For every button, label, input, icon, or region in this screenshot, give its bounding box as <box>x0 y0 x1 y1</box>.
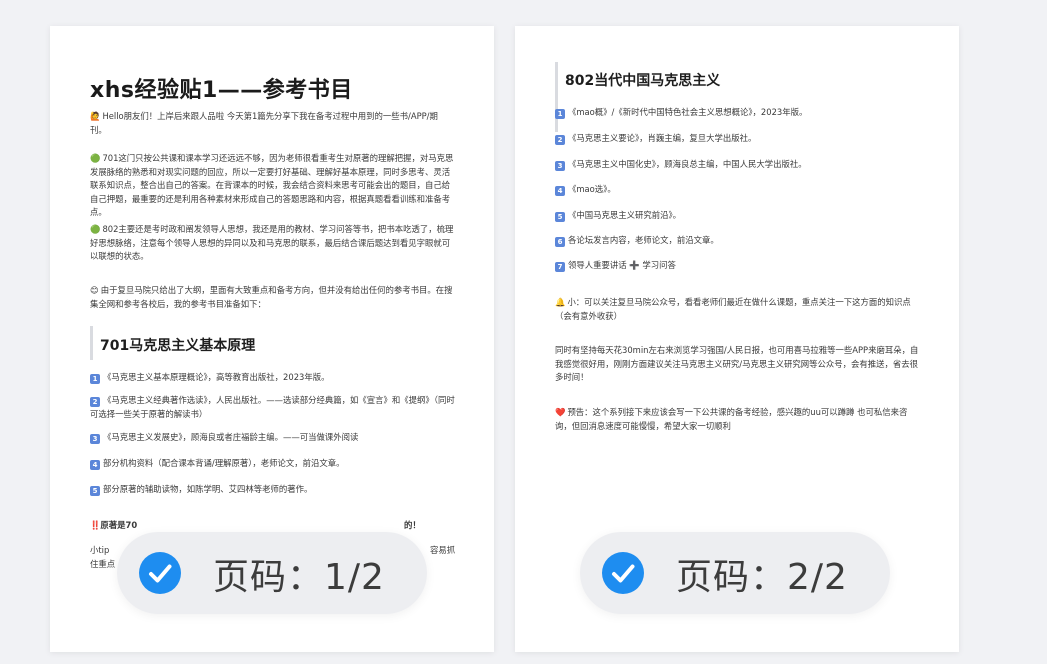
page-number-label: 页码：1/2 <box>213 557 385 598</box>
list-item: 7 领导人重要讲话 ➕ 学习问答 <box>555 259 925 273</box>
warning-note: ‼️原著是70 的！ <box>90 520 421 530</box>
list-item: 5 《中国马克思主义研究前沿》。 <box>555 209 925 223</box>
green-dot-icon: 🟢 <box>90 224 101 234</box>
person-emoji-icon: 🙋 <box>90 111 101 121</box>
daily-study-paragraph: 同时有坚持每天花30min左右来浏览学习强国/人民日报，也可用喜马拉雅等一些AP… <box>555 345 919 382</box>
paragraph-outline: 😊 由于复旦马院只给出了大纲，里面有大致重点和备考方向，但并没有给出任何的参考书目… <box>90 285 453 309</box>
number-badge: 2 <box>555 135 565 145</box>
section-title: 802当代中国马克思主义 <box>565 73 721 89</box>
heart-emoji-icon: ❤️ <box>555 407 566 417</box>
list-item: 5 部分原著的辅助读物，如陈学明、艾四林等老师的著作。 <box>90 483 460 497</box>
page-title: xhs经验贴1——参考书目 <box>90 78 353 103</box>
list-item: 2 《马克思主义要论》，肖巍主编，复旦大学出版社。 <box>555 132 925 146</box>
smile-emoji-icon: 😊 <box>90 285 99 295</box>
section-bar <box>555 62 558 132</box>
section-title: 701马克思主义基本原理 <box>100 338 256 354</box>
paragraph-802: 🟢 802主要还是考时政和阐发领导人思想，我还是用的教材、学习问答等书，把书本吃透… <box>90 224 454 261</box>
preview-paragraph: ❤️ 预告：这个系列接下来应该会写一下公共课的备考经验，感兴趣的uu可以蹲蹲 也可… <box>555 407 908 431</box>
number-badge: 5 <box>90 486 100 496</box>
page-number-label: 页码：2/2 <box>676 557 848 598</box>
number-badge: 7 <box>555 262 565 272</box>
number-badge: 3 <box>90 434 100 444</box>
number-badge: 4 <box>555 186 565 196</box>
number-badge: 1 <box>555 109 565 119</box>
list-item: 3 《马克思主义发展史》，顾海良或者庄福龄主编。——可当做课外阅读 <box>90 431 460 445</box>
page-indicator-2: 页码：2/2 <box>580 532 890 614</box>
checkmark-icon <box>602 552 644 594</box>
list-item: 2 《马克思主义经典著作选读》，人民出版社。——选读部分经典篇，如《宣言》和《提纲… <box>90 395 455 419</box>
number-badge: 3 <box>555 161 565 171</box>
number-badge: 6 <box>555 237 565 247</box>
bell-emoji-icon: 🔔 <box>555 297 566 307</box>
list-item: 1 《mao概》/《新时代中国特色社会主义思想概论》，2023年版。 <box>555 106 925 120</box>
list-item: 1 《马克思主义基本原理概论》，高等教育出版社，2023年版。 <box>90 371 460 385</box>
number-badge: 1 <box>90 374 100 384</box>
intro-paragraph: 🙋 Hello朋友们！上岸后来跟人品啦 今天第1篇先分享下我在备考过程中用到的一些… <box>90 111 438 135</box>
list-item: 4 《mao选》。 <box>555 183 925 197</box>
list-item: 3 《马克思主义中国化史》，顾海良总主编，中国人民大学出版社。 <box>555 158 925 172</box>
number-badge: 2 <box>90 397 100 407</box>
tip-paragraph: 🔔 小：可以关注复旦马院公众号，看看老师们最近在做什么课题，重点关注一下这方面的知… <box>555 297 911 321</box>
list-item: 4 部分机构资料（配合课本背诵/理解原著），老师论文，前沿文章。 <box>90 457 460 471</box>
number-badge: 4 <box>90 460 100 470</box>
page-indicator-1: 页码：1/2 <box>117 532 427 614</box>
checkmark-icon <box>139 552 181 594</box>
green-dot-icon: 🟢 <box>90 153 101 163</box>
section-bar <box>90 326 93 360</box>
paragraph-701: 🟢 701这门只按公共课和课本学习还远远不够，因为老师很看重考生对原著的理解把握，… <box>90 153 454 217</box>
number-badge: 5 <box>555 212 565 222</box>
list-item: 6 各论坛发言内容，老师论文，前沿文章。 <box>555 234 925 248</box>
